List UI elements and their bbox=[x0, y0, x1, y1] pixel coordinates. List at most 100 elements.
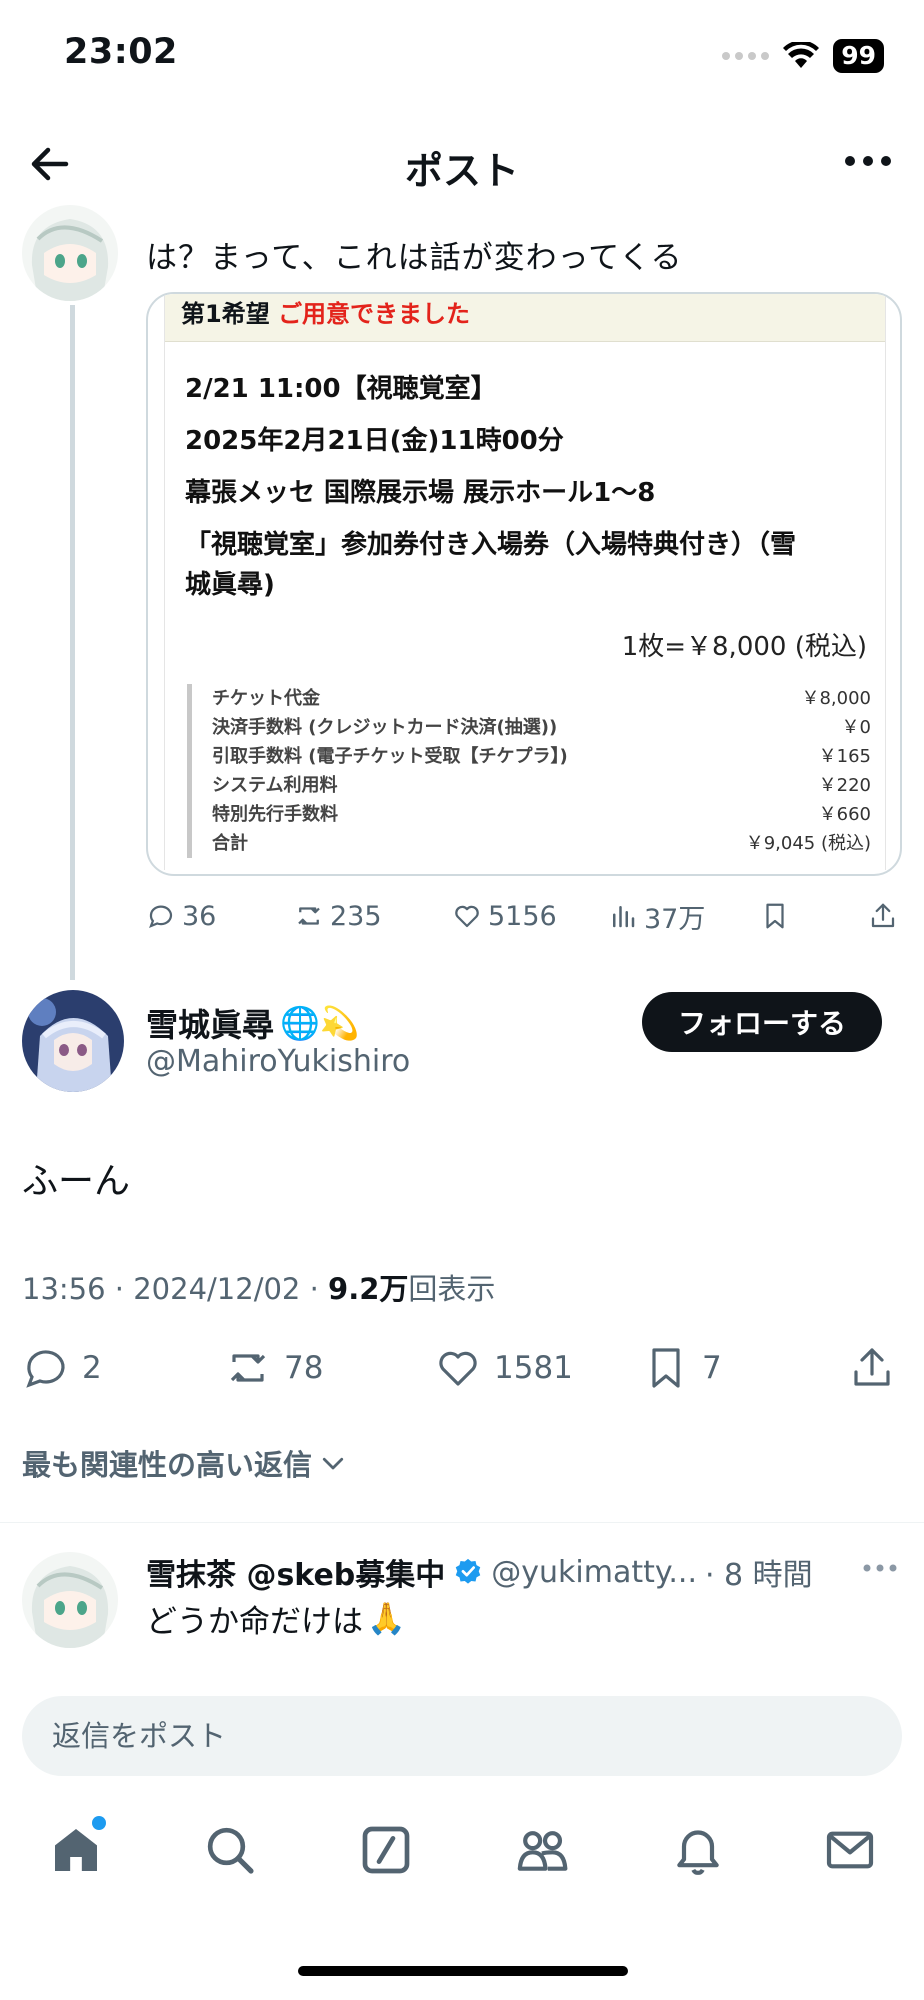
reply-count: 36 bbox=[182, 900, 217, 932]
fee-row-total: 合計 ￥9,045 (税込) bbox=[212, 833, 871, 854]
reply-sort-dropdown[interactable]: 最も関連性の高い返信 bbox=[22, 1442, 348, 1484]
reply-text: どうか命だけは bbox=[146, 1604, 363, 1640]
ticket-header: 第1希望 ご用意できました bbox=[165, 294, 885, 342]
tab-search[interactable] bbox=[200, 1820, 260, 1880]
status-time: 23:02 bbox=[64, 32, 178, 72]
page-title: ポスト bbox=[404, 149, 519, 193]
reply-count: 2 bbox=[82, 1350, 102, 1386]
share-button[interactable] bbox=[848, 1344, 896, 1392]
reply-avatar[interactable] bbox=[22, 1552, 118, 1648]
display-name-text: 雪城眞尋 bbox=[146, 1006, 275, 1044]
verified-badge-icon bbox=[456, 1558, 481, 1584]
avatar-image bbox=[22, 990, 124, 1092]
attached-image[interactable]: 第1希望 ご用意できました 2/21 11:00【視聴覚室】 2025年2月21… bbox=[146, 292, 902, 876]
bottom-tab-bar bbox=[0, 1816, 924, 1900]
reply-button[interactable]: 2 bbox=[22, 1344, 102, 1392]
bookmark-count: 7 bbox=[702, 1350, 722, 1386]
repost-count: 235 bbox=[330, 900, 382, 932]
user-handle[interactable]: @MahiroYukishiro bbox=[146, 1044, 410, 1079]
share-button[interactable] bbox=[868, 901, 898, 931]
reply-author[interactable]: 雪抹茶 @skeb募集中 @yukimatty... · 8 時間 bbox=[146, 1550, 813, 1594]
main-post-actions: 2 78 1581 7 bbox=[22, 1340, 902, 1396]
home-indicator bbox=[298, 1966, 628, 1976]
post-text: は？まって、これは話が変わってくる bbox=[146, 240, 683, 276]
like-button[interactable]: 5156 bbox=[452, 901, 557, 932]
people-icon bbox=[517, 1831, 568, 1871]
bookmark-button[interactable] bbox=[760, 901, 790, 931]
repost-icon bbox=[298, 907, 320, 925]
ticket-date: 2025年2月21日(金)11時00分 bbox=[185, 426, 564, 456]
display-name[interactable]: 雪城眞尋 🌐💫 bbox=[146, 1000, 360, 1046]
reply-more-button[interactable] bbox=[862, 1558, 898, 1582]
battery-indicator: 99 bbox=[833, 39, 884, 73]
ticket-event: 2/21 11:00【視聴覚室】 bbox=[185, 374, 497, 404]
reply-display-name: 雪抹茶 @skeb募集中 bbox=[146, 1558, 446, 1593]
reply-icon bbox=[26, 1350, 65, 1388]
avatar[interactable] bbox=[22, 205, 118, 301]
reply-composer[interactable] bbox=[22, 1696, 902, 1776]
more-options-button[interactable] bbox=[842, 146, 894, 176]
post-meta: 13:56 · 2024/12/02 · 9.2万回表示 bbox=[22, 1266, 495, 1308]
analytics-icon bbox=[613, 906, 635, 928]
chevron-down-icon bbox=[322, 1457, 344, 1470]
like-count: 5156 bbox=[488, 900, 557, 932]
divider bbox=[0, 1522, 924, 1523]
wifi-icon bbox=[783, 42, 820, 68]
avatar-image bbox=[22, 1552, 118, 1648]
like-button[interactable]: 1581 bbox=[434, 1344, 573, 1392]
mail-icon bbox=[826, 1831, 874, 1869]
views-count: 37万 bbox=[644, 903, 706, 935]
heart-icon bbox=[455, 905, 479, 928]
ticket-type: 「視聴覚室」参加券付き入場券（入場特典付き）（雪 bbox=[185, 530, 797, 560]
bell-icon bbox=[677, 1830, 719, 1875]
share-icon bbox=[871, 903, 895, 928]
bookmark-button[interactable]: 7 bbox=[642, 1344, 722, 1392]
fee-row: 決済手数料 (クレジットカード決済(抽選)) ￥0 bbox=[212, 717, 871, 738]
more-horizontal-icon bbox=[845, 156, 891, 166]
reply-emoji: 🙏 bbox=[367, 1601, 406, 1637]
ticket-price: 1枚=￥8,000 (税込) bbox=[621, 632, 867, 662]
reply-input[interactable] bbox=[22, 1696, 902, 1776]
ticket-screenshot: 第1希望 ご用意できました 2/21 11:00【視聴覚室】 2025年2月21… bbox=[164, 294, 886, 870]
views-button[interactable]: 37万 bbox=[608, 897, 705, 936]
status-icons: 99 bbox=[722, 38, 884, 74]
notification-dot bbox=[92, 1816, 106, 1830]
search-icon bbox=[207, 1827, 254, 1874]
avatar-image bbox=[22, 205, 118, 301]
more-horizontal-icon bbox=[863, 1564, 897, 1572]
cellular-signal-icon bbox=[722, 52, 770, 60]
home-icon bbox=[55, 1829, 97, 1871]
tab-notifications[interactable] bbox=[668, 1820, 728, 1880]
reply-time: · 8 時間 bbox=[704, 1558, 813, 1593]
post-text: ふーん bbox=[22, 1161, 131, 1202]
ticket-type-cont: 城眞尋) bbox=[185, 570, 275, 600]
ticket-status: ご用意できました bbox=[278, 300, 471, 328]
post-timestamp: 13:56 · 2024/12/02 · bbox=[22, 1272, 329, 1306]
ticket-choice: 第1希望 bbox=[181, 300, 270, 328]
view-count: 9.2万 bbox=[328, 1272, 409, 1306]
tab-messages[interactable] bbox=[820, 1820, 880, 1880]
tab-grok[interactable] bbox=[356, 1820, 416, 1880]
reply-button[interactable]: 36 bbox=[146, 901, 216, 932]
reply-handle: @yukimatty... bbox=[491, 1554, 697, 1590]
name-emoji: 🌐💫 bbox=[280, 1004, 360, 1042]
reply-text-line: どうか命だけは 🙏 bbox=[146, 1596, 406, 1641]
follow-button[interactable]: フォローする bbox=[642, 992, 882, 1052]
reply-actions-clipped bbox=[146, 1660, 906, 1674]
fee-row: チケット代金 ￥8,000 bbox=[212, 688, 871, 709]
view-suffix: 回表示 bbox=[408, 1272, 496, 1306]
share-icon bbox=[854, 1348, 890, 1386]
ticket-venue: 幕張メッセ 国際展示場 展示ホール1〜8 bbox=[185, 478, 656, 508]
repost-button[interactable]: 235 bbox=[294, 901, 382, 932]
main-avatar[interactable] bbox=[22, 990, 124, 1092]
like-count: 1581 bbox=[494, 1350, 573, 1386]
reply-icon bbox=[149, 905, 173, 928]
bookmark-icon bbox=[652, 1348, 680, 1388]
sort-label: 最も関連性の高い返信 bbox=[22, 1448, 313, 1482]
fee-row: 特別先行手数料 ￥660 bbox=[212, 804, 871, 825]
tab-communities[interactable] bbox=[512, 1820, 572, 1880]
bookmark-icon bbox=[766, 903, 784, 929]
tab-home[interactable] bbox=[46, 1816, 106, 1880]
grok-icon bbox=[362, 1826, 410, 1874]
repost-button[interactable]: 78 bbox=[224, 1344, 323, 1392]
